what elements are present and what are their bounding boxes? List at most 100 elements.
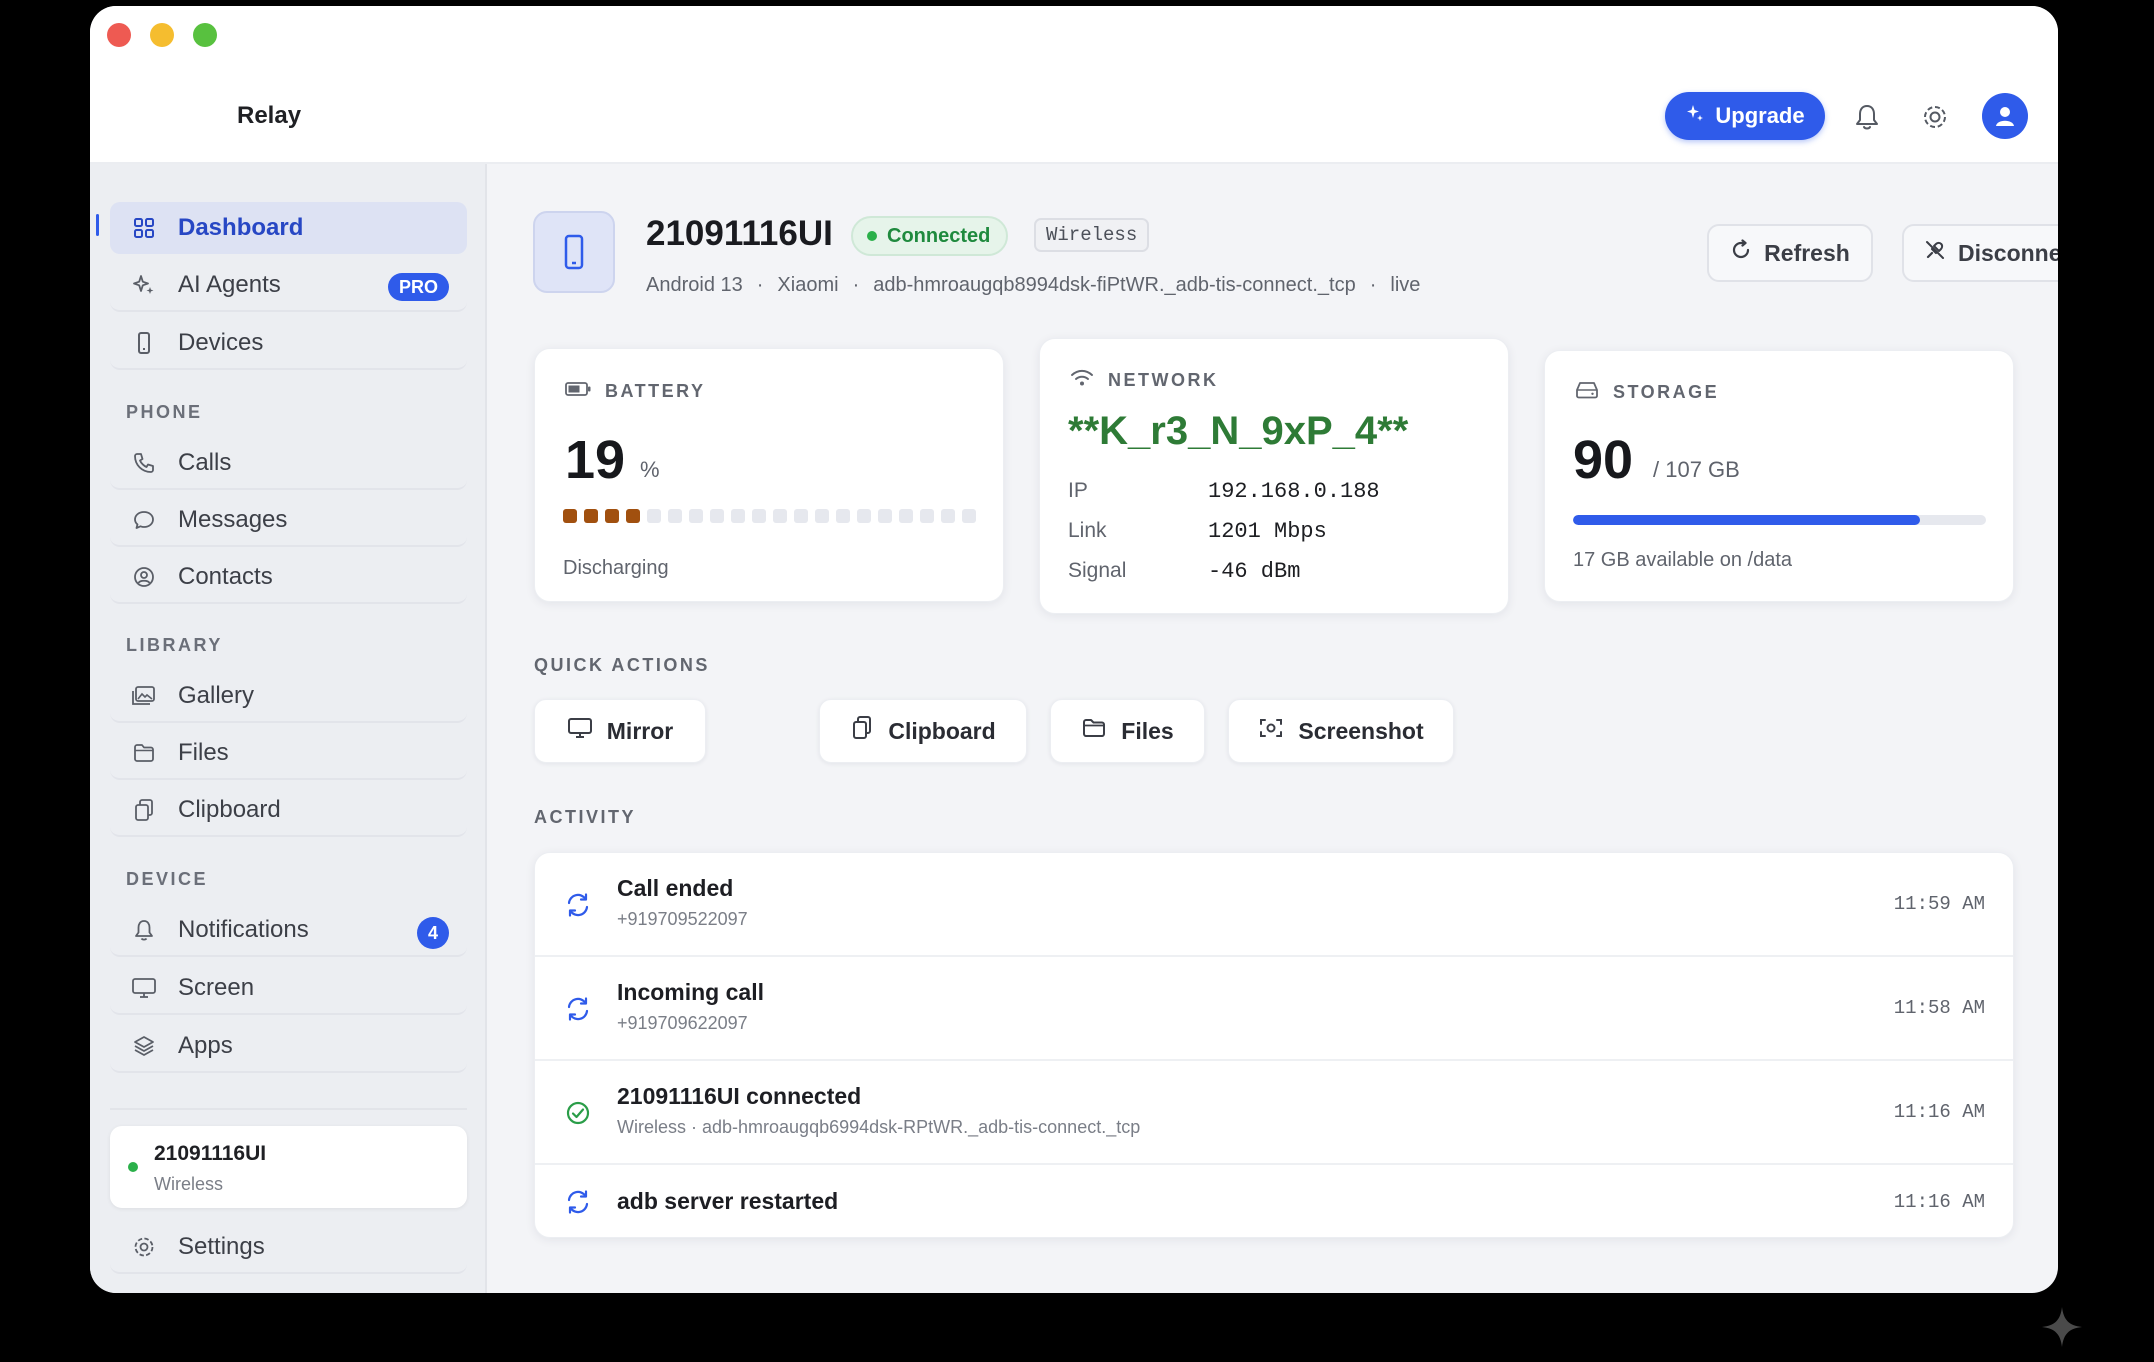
folder-icon bbox=[1081, 716, 1107, 746]
meta-separator: · bbox=[1369, 274, 1377, 296]
sidebar-item-files[interactable]: Files bbox=[110, 728, 467, 780]
device-mode: live bbox=[1390, 274, 1421, 296]
sidebar-item-notifications[interactable]: Notifications 4 bbox=[110, 905, 467, 957]
clipboard-icon bbox=[850, 715, 874, 747]
activity-time: 11:58 AM bbox=[1893, 997, 1985, 1019]
screenshot-button[interactable]: Screenshot bbox=[1228, 699, 1454, 763]
device-avatar bbox=[533, 211, 615, 293]
upgrade-label: Upgrade bbox=[1715, 103, 1805, 128]
sidebar-item-label: Devices bbox=[178, 329, 264, 356]
current-device-type: Wireless bbox=[154, 1174, 224, 1194]
hard-drive-icon bbox=[1575, 381, 1599, 404]
sidebar-item-clipboard[interactable]: Clipboard bbox=[110, 785, 467, 837]
battery-segment bbox=[647, 509, 661, 523]
sidebar-item-calls[interactable]: Calls bbox=[110, 438, 467, 490]
minimize-window-button[interactable] bbox=[150, 23, 174, 47]
screenshot-label: Screenshot bbox=[1298, 717, 1424, 744]
clipboard-icon bbox=[130, 796, 158, 824]
sidebar-item-label: Settings bbox=[178, 1233, 265, 1260]
sidebar-item-label: Screen bbox=[178, 974, 255, 1001]
network-ip-label: IP bbox=[1068, 479, 1088, 502]
activity-subtitle: Wireless · adb-hmroaugqb6994dsk-RPtWR._a… bbox=[617, 1117, 1141, 1137]
sidebar-item-devices[interactable]: Devices bbox=[110, 318, 467, 370]
battery-segment bbox=[920, 509, 934, 523]
sidebar-item-dashboard[interactable]: Dashboard bbox=[110, 202, 467, 254]
avatar[interactable] bbox=[1982, 93, 2028, 139]
sidebar-item-screen[interactable]: Screen bbox=[110, 963, 467, 1015]
close-window-button[interactable] bbox=[107, 23, 131, 47]
meta-separator: · bbox=[756, 274, 764, 296]
sidebar-item-messages[interactable]: Messages bbox=[110, 495, 467, 547]
device-meta: Android 13 · Xiaomi · adb-hmroaugqb8994d… bbox=[646, 274, 1420, 297]
network-signal-value: -46 dBm bbox=[1208, 559, 1301, 584]
disconnect-label: Disconnect bbox=[1958, 239, 2058, 266]
network-card: NETWORK **K_r3_N_9xP_4** IP 192.168.0.18… bbox=[1039, 338, 1509, 614]
upgrade-button[interactable]: Upgrade bbox=[1665, 92, 1825, 140]
battery-segment bbox=[794, 509, 808, 523]
battery-segment bbox=[710, 509, 724, 523]
battery-value: 19 bbox=[565, 430, 626, 490]
gear-icon[interactable] bbox=[1920, 102, 1950, 132]
files-button[interactable]: Files bbox=[1050, 699, 1205, 763]
device-maker: Xiaomi bbox=[777, 274, 839, 296]
mirror-button[interactable]: Mirror bbox=[534, 699, 706, 763]
battery-segment bbox=[836, 509, 850, 523]
activity-item[interactable]: Incoming call +919709622097 11:58 AM bbox=[535, 957, 2013, 1061]
sidebar-item-label: Messages bbox=[178, 506, 288, 533]
sidebar-item-apps[interactable]: Apps bbox=[110, 1021, 467, 1073]
activity-title: 21091116UI connected bbox=[617, 1083, 862, 1109]
connection-status-badge: Connected bbox=[851, 216, 1009, 256]
folder-icon bbox=[130, 739, 158, 767]
current-device-name: 21091116UI bbox=[154, 1142, 267, 1165]
phone-icon bbox=[130, 449, 158, 477]
activity-item[interactable]: Call ended +919709522097 11:59 AM bbox=[535, 853, 2013, 957]
connected-dot bbox=[867, 231, 877, 241]
battery-unit: % bbox=[640, 457, 660, 482]
activity-item[interactable]: 21091116UI connected Wireless · adb-hmro… bbox=[535, 1061, 2013, 1165]
battery-segment bbox=[899, 509, 913, 523]
bell-icon[interactable] bbox=[1852, 102, 1882, 132]
sidebar-item-settings[interactable]: Settings bbox=[110, 1222, 467, 1274]
activity-subtitle: +919709622097 bbox=[617, 1013, 748, 1033]
clipboard-button[interactable]: Clipboard bbox=[819, 699, 1027, 763]
sidebar-item-gallery[interactable]: Gallery bbox=[110, 671, 467, 723]
phone-device-icon bbox=[130, 329, 158, 357]
activity-title: Incoming call bbox=[617, 979, 764, 1005]
sidebar: Dashboard AI Agents PRO Devices PHONE Ca… bbox=[90, 164, 487, 1293]
sidebar-item-label: Files bbox=[178, 739, 229, 766]
activity-time: 11:59 AM bbox=[1893, 893, 1985, 915]
storage-total: / 107 GB bbox=[1653, 457, 1740, 482]
sync-icon bbox=[563, 994, 593, 1024]
gallery-icon bbox=[130, 682, 158, 710]
sidebar-item-label: AI Agents bbox=[178, 271, 281, 298]
refresh-button[interactable]: Refresh bbox=[1707, 224, 1873, 282]
sidebar-item-ai-agents[interactable]: AI Agents PRO bbox=[110, 260, 467, 312]
sidebar-item-contacts[interactable]: Contacts bbox=[110, 552, 467, 604]
sparkle-icon bbox=[1685, 103, 1705, 129]
sidebar-item-label: Notifications bbox=[178, 916, 309, 943]
battery-segment bbox=[605, 509, 619, 523]
network-card-label: NETWORK bbox=[1070, 369, 1219, 392]
activity-time: 11:16 AM bbox=[1893, 1191, 1985, 1213]
sidebar-divider bbox=[110, 1108, 467, 1110]
activity-item[interactable]: adb server restarted 11:16 AM bbox=[535, 1165, 2013, 1237]
sparkle-icon bbox=[130, 271, 158, 299]
disconnect-button[interactable]: Disconnect bbox=[1902, 224, 2058, 282]
grid-icon bbox=[130, 214, 158, 242]
battery-icon bbox=[565, 381, 591, 402]
battery-segment bbox=[584, 509, 598, 523]
current-device-card[interactable]: 21091116UI Wireless bbox=[110, 1126, 467, 1208]
contact-circle-icon bbox=[130, 563, 158, 591]
screenshot-icon bbox=[1258, 716, 1284, 746]
battery-segment bbox=[962, 509, 976, 523]
sidebar-item-label: Gallery bbox=[178, 682, 255, 709]
files-label: Files bbox=[1121, 717, 1174, 744]
meta-separator: · bbox=[852, 274, 860, 296]
refresh-icon bbox=[1730, 239, 1752, 267]
network-ssid: **K_r3_N_9xP_4** bbox=[1068, 409, 1409, 453]
app-window: Relay Upgrade Dashboard AI Agents PRO De… bbox=[90, 6, 2058, 1293]
activity-time: 11:16 AM bbox=[1893, 1101, 1985, 1123]
battery-card-label: BATTERY bbox=[565, 381, 706, 402]
zoom-window-button[interactable] bbox=[193, 23, 217, 47]
mirror-label: Mirror bbox=[606, 717, 674, 744]
